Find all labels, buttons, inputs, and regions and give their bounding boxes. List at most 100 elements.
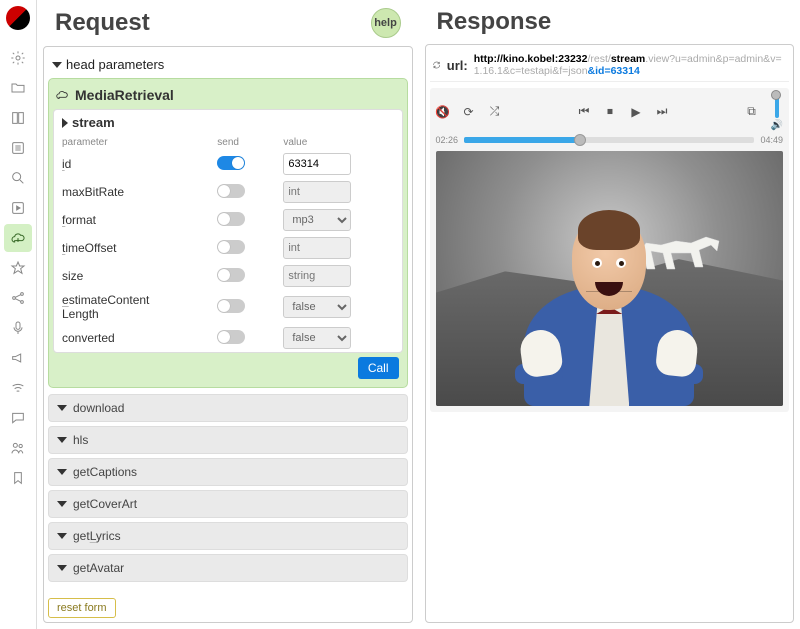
time-current: 02:26	[436, 135, 459, 145]
caret-down-icon	[57, 469, 67, 475]
request-panel: Request help head parameters MediaRetrie…	[43, 0, 413, 623]
send-toggle-id[interactable]	[217, 156, 245, 170]
nav-bookmark[interactable]	[4, 464, 32, 492]
wifi-icon	[10, 380, 26, 396]
stop-icon[interactable]: ⏹	[603, 105, 617, 119]
value-input-size[interactable]	[283, 265, 351, 287]
response-panel: Response url: http://kino.kobel:23232/re…	[425, 0, 795, 623]
col-parameter: parameter	[54, 135, 209, 150]
param-row: estimateContentLength false	[54, 290, 402, 324]
head-parameters-toggle[interactable]: head parameters	[48, 51, 408, 78]
volume-control[interactable]: 🔊	[771, 92, 783, 131]
url-row: url: http://kino.kobel:23232/rest/stream…	[430, 49, 790, 82]
url-label: url:	[447, 58, 468, 73]
send-toggle-maxbitrate[interactable]	[217, 184, 245, 198]
nav-play[interactable]	[4, 194, 32, 222]
param-row: id	[54, 150, 402, 178]
method-download[interactable]: download	[48, 394, 408, 422]
call-button[interactable]: Call	[358, 357, 399, 379]
value-select-converted[interactable]: false	[283, 327, 351, 349]
app-logo	[6, 6, 30, 30]
mic-icon	[10, 320, 26, 336]
book-icon	[10, 110, 26, 126]
nav-search[interactable]	[4, 164, 32, 192]
nav-mic[interactable]	[4, 314, 32, 342]
method-getlyrics[interactable]: getLyrics	[48, 522, 408, 550]
loop-icon[interactable]: ⟳	[462, 105, 476, 119]
nav-star[interactable]	[4, 254, 32, 282]
caret-down-icon	[57, 405, 67, 411]
nav-cloud[interactable]	[4, 224, 32, 252]
caret-right-icon	[62, 118, 68, 128]
left-iconbar	[0, 0, 37, 629]
refresh-icon[interactable]	[432, 58, 441, 72]
value-select-ecl[interactable]: false	[283, 296, 351, 318]
value-input-maxbitrate[interactable]	[283, 181, 351, 203]
col-send: send	[209, 135, 275, 150]
play-box-icon	[10, 200, 26, 216]
caret-down-icon	[52, 62, 62, 68]
method-getavatar[interactable]: getAvatar	[48, 554, 408, 582]
caret-down-icon	[57, 533, 67, 539]
send-toggle-ecl[interactable]	[217, 299, 245, 313]
share-icon	[10, 290, 26, 306]
nav-chat[interactable]	[4, 404, 32, 432]
param-row: format mp3	[54, 206, 402, 234]
nav-gear[interactable]	[4, 44, 32, 72]
send-toggle-size[interactable]	[217, 268, 245, 282]
url-text: http://kino.kobel:23232/rest/stream.view…	[474, 53, 787, 77]
nav-bullhorn[interactable]	[4, 344, 32, 372]
send-toggle-timeoffset[interactable]	[217, 240, 245, 254]
pip-icon[interactable]: ⧉	[745, 105, 759, 119]
method-stream: stream parameter send value	[53, 109, 403, 353]
star-icon	[10, 260, 26, 276]
video-output	[436, 151, 784, 406]
params-table: parameter send value id	[54, 135, 402, 352]
nav-share[interactable]	[4, 284, 32, 312]
nav-book[interactable]	[4, 104, 32, 132]
mute-icon[interactable]: 🔇	[436, 105, 450, 119]
help-button[interactable]: help	[371, 8, 401, 38]
caret-down-icon	[57, 565, 67, 571]
puppet-figure	[499, 206, 719, 406]
method-getcaptions[interactable]: getCaptions	[48, 458, 408, 486]
send-toggle-converted[interactable]	[217, 330, 245, 344]
shuffle-icon[interactable]: ⤮	[488, 105, 502, 119]
send-toggle-format[interactable]	[217, 212, 245, 226]
speaker-icon: 🔊	[771, 120, 783, 131]
next-icon[interactable]: ⏭	[655, 105, 669, 119]
caret-down-icon	[57, 501, 67, 507]
time-total: 04:49	[760, 135, 783, 145]
param-row: maxBitRate	[54, 178, 402, 206]
cloud-icon	[10, 230, 26, 246]
method-toggle[interactable]: stream	[54, 110, 402, 135]
progress-bar[interactable]	[464, 137, 754, 143]
bookmark-icon	[10, 470, 26, 486]
caret-down-icon	[57, 437, 67, 443]
nav-folder[interactable]	[4, 74, 32, 102]
folder-icon	[10, 80, 26, 96]
value-input-id[interactable]	[283, 153, 351, 175]
bullhorn-icon	[10, 350, 26, 366]
search-icon	[10, 170, 26, 186]
prev-icon[interactable]: ⏮	[577, 105, 591, 119]
nav-wifi[interactable]	[4, 374, 32, 402]
value-input-timeoffset[interactable]	[283, 237, 351, 259]
request-title: Request	[55, 9, 150, 37]
nav-list[interactable]	[4, 134, 32, 162]
play-icon[interactable]: ▶	[629, 105, 643, 119]
value-select-format[interactable]: mp3	[283, 209, 351, 231]
reset-form-button[interactable]: reset form	[48, 598, 116, 618]
method-getcoverart[interactable]: getCoverArt	[48, 490, 408, 518]
param-row: converted false	[54, 324, 402, 352]
method-hls[interactable]: hls	[48, 426, 408, 454]
media-retrieval-group: MediaRetrieval stream parameter send	[48, 78, 408, 388]
param-row: size	[54, 262, 402, 290]
group-title[interactable]: MediaRetrieval	[53, 83, 403, 107]
nav-users[interactable]	[4, 434, 32, 462]
gear-icon	[10, 50, 26, 66]
media-player: 🔇 ⟳ ⤮ ⏮ ⏹ ▶ ⏭ ⧉	[430, 88, 790, 412]
list-icon	[10, 140, 26, 156]
users-icon	[10, 440, 26, 456]
param-row: timeOffset	[54, 234, 402, 262]
